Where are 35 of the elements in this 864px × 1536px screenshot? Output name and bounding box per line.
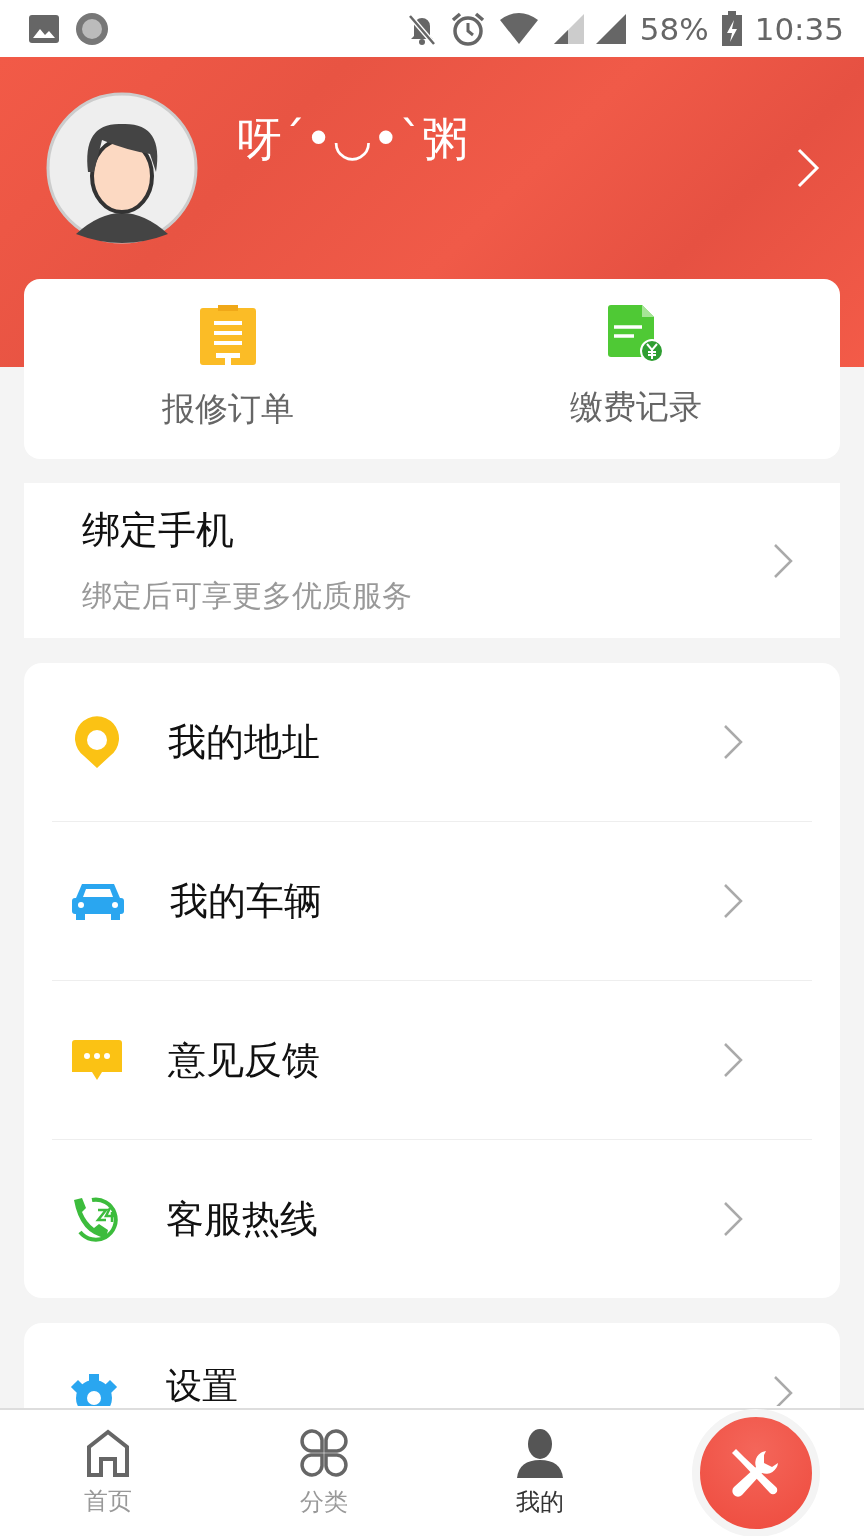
chevron-right-icon: [722, 1041, 744, 1079]
chevron-right-icon: [772, 1374, 794, 1406]
settings-item[interactable]: 设置: [24, 1323, 840, 1408]
nav-tab[interactable]: 我的: [432, 1428, 648, 1518]
menu-item[interactable]: 意见反馈: [52, 981, 812, 1140]
clock-time: 10:35: [754, 10, 844, 47]
battery-percent: 58%: [639, 10, 709, 47]
chevron-right-icon: [722, 1200, 744, 1238]
image-icon: [28, 13, 60, 44]
menu-item[interactable]: 我的车辆: [52, 822, 812, 981]
shortcut-item[interactable]: 缴费记录: [432, 279, 840, 459]
clipboard-hammer-icon: [200, 305, 256, 365]
menu-item[interactable]: 客服热线: [52, 1140, 812, 1298]
chevron-right-icon: [722, 882, 744, 920]
bind-phone-title: 绑定手机: [82, 506, 235, 554]
circle-icon: [74, 10, 110, 47]
chevron-right-icon[interactable]: [796, 147, 820, 189]
person-icon: [517, 1428, 563, 1478]
car-icon: [72, 882, 124, 920]
bind-phone-subtitle: 绑定后可享更多优质服务: [82, 576, 413, 615]
menu-item[interactable]: 我的地址: [52, 663, 812, 822]
wifi-icon: [497, 11, 540, 46]
alarm-icon: [449, 10, 486, 47]
avatar[interactable]: [46, 92, 198, 244]
chat-bubble-icon: [72, 1038, 122, 1082]
user-name[interactable]: 呀´•◡•`粥: [236, 109, 796, 171]
bind-phone-card[interactable]: 绑定手机 绑定后可享更多优质服务: [24, 483, 840, 638]
location-pin-icon: [72, 716, 122, 768]
grid-petals-icon: [299, 1428, 349, 1478]
home-icon: [86, 1429, 130, 1477]
document-yen-icon: [608, 305, 664, 363]
battery-charging-icon: [720, 10, 743, 47]
chevron-right-icon: [722, 723, 744, 761]
chevron-right-icon: [772, 541, 794, 580]
shortcut-item[interactable]: 报修订单: [24, 279, 432, 459]
